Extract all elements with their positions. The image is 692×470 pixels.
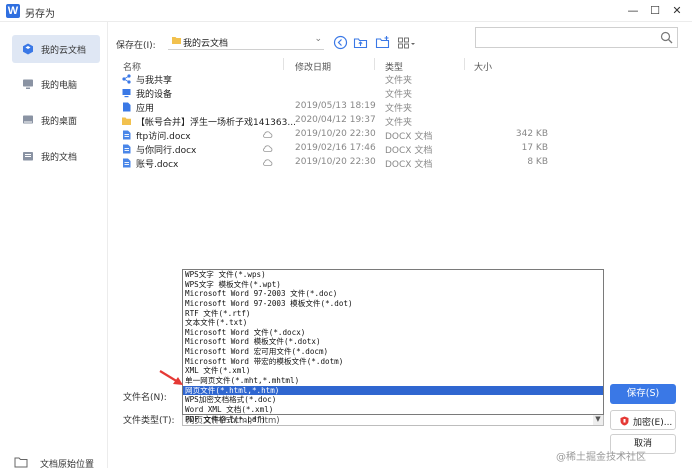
sidebar: 我的云文档 我的电脑 我的桌面 我的文档 文档原始位置 — [0, 22, 107, 470]
file-row[interactable]: ftp访问.docx 2019/10/20 22:30 DOCX 文档 342 … — [108, 128, 688, 142]
file-size: 8 KB — [527, 157, 548, 167]
view-options-icon[interactable] — [397, 35, 417, 50]
desktop-icon — [23, 115, 33, 124]
file-name: ftp访问.docx — [136, 132, 191, 142]
cloud-sync-icon — [263, 145, 273, 152]
column-divider — [464, 58, 465, 70]
docx-icon — [123, 144, 131, 154]
new-folder-icon[interactable] — [375, 35, 390, 50]
file-row[interactable]: 与我共享 文件夹 — [108, 72, 688, 86]
docx-icon — [123, 158, 131, 168]
filetype-option[interactable]: Microsoft Word 带宏的模板文件(*.dotm) — [183, 357, 603, 367]
column-divider — [283, 58, 284, 70]
shield-icon — [620, 416, 629, 426]
filetype-option[interactable]: WPS文字 文件(*.wps) — [183, 270, 603, 280]
device-icon — [122, 89, 131, 98]
maximize-button[interactable]: ☐ — [646, 3, 664, 19]
file-type: DOCX 文档 — [385, 132, 433, 142]
filetype-label: 文件类型(T): — [123, 416, 175, 426]
docx-icon — [123, 130, 131, 140]
sidebar-item-label: 我的电脑 — [41, 81, 78, 91]
sidebar-item-my-desktop[interactable]: 我的桌面 — [12, 106, 100, 134]
location-select[interactable]: 我的云文档 ⌄ — [168, 34, 324, 50]
folder-icon — [122, 117, 131, 125]
dialog-title: 另存为 — [25, 9, 55, 20]
folder-icon — [172, 37, 181, 44]
search-icon[interactable] — [660, 31, 673, 44]
file-type: 文件夹 — [385, 118, 413, 128]
filetype-option[interactable]: Microsoft Word 宏可用文件(*.docm) — [183, 347, 603, 357]
chevron-down-icon: ⌄ — [314, 34, 322, 44]
filetype-option-selected[interactable]: 网页文件(*.html,*.htm) — [183, 385, 603, 396]
red-arrow-annotation — [159, 370, 183, 385]
sidebar-item-my-documents[interactable]: 我的文档 — [12, 142, 100, 170]
encrypt-button[interactable]: 加密(E)... — [610, 410, 676, 430]
wps-logo-icon: W — [6, 4, 20, 18]
file-name: 应用 — [136, 104, 155, 114]
filename-label: 文件名(N): — [123, 393, 167, 403]
cloud-doc-icon — [23, 43, 33, 55]
filetype-option[interactable]: Microsoft Word 模板文件(*.dotx) — [183, 337, 603, 347]
column-divider — [374, 58, 375, 70]
sidebar-item-cloud-docs[interactable]: 我的云文档 — [12, 35, 100, 63]
file-type: 文件夹 — [385, 104, 413, 114]
location-label: 我的云文档 — [183, 39, 229, 49]
filetype-option[interactable]: XML 文件(*.xml) — [183, 366, 603, 376]
share-icon — [122, 74, 131, 84]
filetype-option[interactable]: Microsoft Word 97-2003 文件(*.doc) — [183, 289, 603, 299]
file-date: 2019/10/20 22:30 — [295, 129, 376, 139]
file-date: 2019/10/20 22:30 — [295, 157, 376, 167]
back-icon[interactable] — [333, 35, 348, 50]
sidebar-item-label: 我的文档 — [41, 153, 78, 163]
encrypt-button-label: 加密(E)... — [633, 418, 673, 428]
file-type: 文件夹 — [385, 76, 413, 86]
sidebar-item-label: 我的云文档 — [41, 46, 87, 56]
search-field[interactable] — [475, 27, 678, 48]
file-type: 文件夹 — [385, 90, 413, 100]
sidebar-item-my-computer[interactable]: 我的电脑 — [12, 70, 100, 98]
title-bar: W 另存为 — ☐ ✕ — [0, 0, 692, 22]
search-input[interactable] — [478, 29, 658, 47]
cloud-sync-icon — [263, 131, 273, 138]
file-date: 2020/04/12 19:37 — [295, 115, 376, 125]
folder-icon — [14, 457, 28, 468]
up-folder-icon[interactable] — [353, 35, 368, 50]
sidebar-bottom-label: 文档原始位置 — [40, 460, 95, 470]
file-row[interactable]: 账号.docx 2019/10/20 22:30 DOCX 文档 8 KB — [108, 156, 688, 170]
file-row[interactable]: 【帐号合并】浮生一场析子戏141363... 2020/04/12 19:37 … — [108, 114, 688, 128]
sidebar-item-label: 我的桌面 — [41, 117, 78, 127]
file-name: 与你同行.docx — [136, 146, 197, 156]
file-row[interactable]: 应用 2019/05/13 18:19 文件夹 — [108, 100, 688, 114]
file-type: DOCX 文档 — [385, 160, 433, 170]
file-date: 2019/02/16 17:46 — [295, 143, 376, 153]
filetype-option[interactable]: PDF 文件格式(*.pdf) — [183, 415, 603, 425]
filetype-option[interactable]: 文本文件(*.txt) — [183, 318, 603, 328]
file-name: 账号.docx — [136, 160, 179, 170]
file-row[interactable]: 我的设备 文件夹 — [108, 86, 688, 100]
file-date: 2019/05/13 18:19 — [295, 101, 376, 111]
file-name: 【帐号合并】浮生一场析子戏141363... — [136, 118, 296, 128]
file-name: 与我共享 — [136, 76, 173, 86]
save-button[interactable]: 保存(S) — [610, 384, 676, 404]
watermark: @稀土掘金技术社区 — [556, 452, 646, 463]
filetype-option[interactable]: Microsoft Word 97-2003 模板文件(*.dot) — [183, 299, 603, 309]
file-size: 17 KB — [521, 143, 548, 153]
filetype-dropdown-list[interactable]: WPS文字 文件(*.wps) WPS文字 模板文件(*.wpt) Micros… — [182, 269, 604, 424]
file-type: DOCX 文档 — [385, 146, 433, 156]
minimize-button[interactable]: — — [624, 3, 642, 19]
file-name: 我的设备 — [136, 90, 173, 100]
documents-icon — [23, 152, 33, 161]
filetype-option[interactable]: 单一网页文件(*.mht,*.mhtml) — [183, 376, 603, 386]
filetype-option[interactable]: WPS文字 模板文件(*.wpt) — [183, 280, 603, 290]
filetype-option[interactable]: RTF 文件(*.rtf) — [183, 309, 603, 319]
file-size: 342 KB — [515, 129, 548, 139]
app-icon — [123, 102, 131, 112]
close-button[interactable]: ✕ — [668, 3, 686, 19]
file-row[interactable]: 与你同行.docx 2019/02/16 17:46 DOCX 文档 17 KB — [108, 142, 688, 156]
filetype-option[interactable]: WPS加密文档格式(*.doc) — [183, 395, 603, 405]
save-in-label: 保存在(I): — [116, 41, 156, 51]
computer-icon — [23, 79, 33, 89]
filetype-option[interactable]: Word XML 文档(*.xml) — [183, 405, 603, 415]
cloud-sync-icon — [263, 159, 273, 166]
